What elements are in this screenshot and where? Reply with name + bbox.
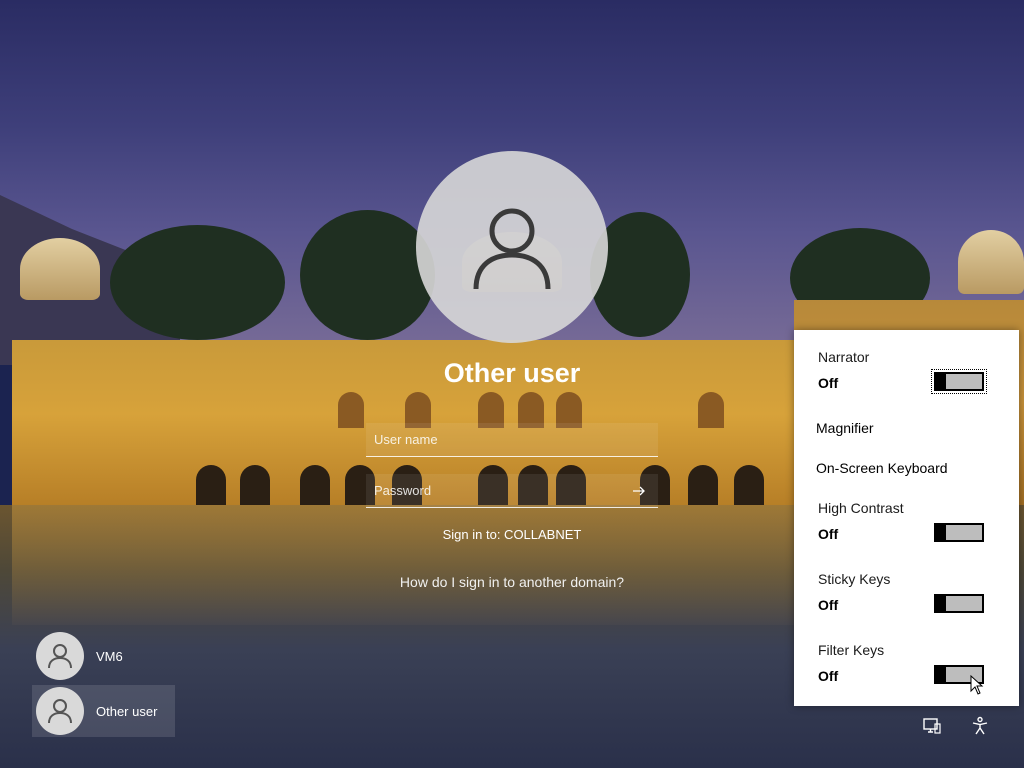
user-name: Other user [96,703,158,719]
user-avatar-large [416,151,608,343]
arch [196,465,226,507]
user-name: VM6 [96,648,123,664]
user-title: Other user [443,358,581,388]
tree [110,225,285,340]
password-field[interactable] [366,474,658,508]
filter-keys-label: Filter Keys [818,642,885,658]
sign-in-domain-text: Sign in to: COLLABNET [442,527,582,542]
username-input[interactable] [366,423,658,456]
network-button[interactable] [920,714,944,738]
narrator-state: Off [818,375,839,391]
on-screen-keyboard-button[interactable]: On-Screen Keyboard [816,460,948,476]
magnifier-button[interactable]: Magnifier [816,420,874,436]
arrow-right-icon [633,486,645,496]
username-field[interactable] [366,423,658,457]
high-contrast-toggle[interactable] [934,523,984,542]
dome [958,230,1024,294]
narrator-label: Narrator [818,349,870,365]
person-icon [48,699,72,724]
window [698,392,724,428]
narrator-toggle[interactable] [931,369,987,394]
user-tile-other-user[interactable]: Other user [32,685,176,737]
person-icon [473,208,551,290]
mouse-cursor-icon [970,675,984,695]
network-icon [923,718,941,734]
arch [734,465,764,507]
sticky-keys-label: Sticky Keys [818,571,891,587]
arch [688,465,718,507]
password-input[interactable] [366,474,658,507]
accessibility-icon [972,716,988,735]
toggle-knob [936,596,946,611]
toggle-knob [936,374,946,389]
high-contrast-state: Off [818,526,839,542]
other-domain-link[interactable]: How do I sign in to another domain? [312,574,712,590]
toggle-knob [936,525,946,540]
sticky-keys-toggle[interactable] [934,594,984,613]
toggle-knob [936,667,946,682]
window [338,392,364,428]
lake-reflection [12,505,794,625]
arch [300,465,330,507]
filter-keys-state: Off [818,668,839,684]
accessibility-flyout: Narrator Off Magnifier On-Screen Keyboar… [794,330,1019,706]
person-icon [48,644,72,669]
avatar [36,687,84,735]
sticky-keys-state: Off [818,597,839,613]
arch [240,465,270,507]
tree [300,210,435,340]
user-tile-vm6[interactable]: VM6 [32,630,141,682]
avatar [36,632,84,680]
accessibility-button[interactable] [968,714,992,738]
high-contrast-label: High Contrast [818,500,904,516]
dome [20,238,100,300]
submit-button[interactable] [630,482,648,500]
